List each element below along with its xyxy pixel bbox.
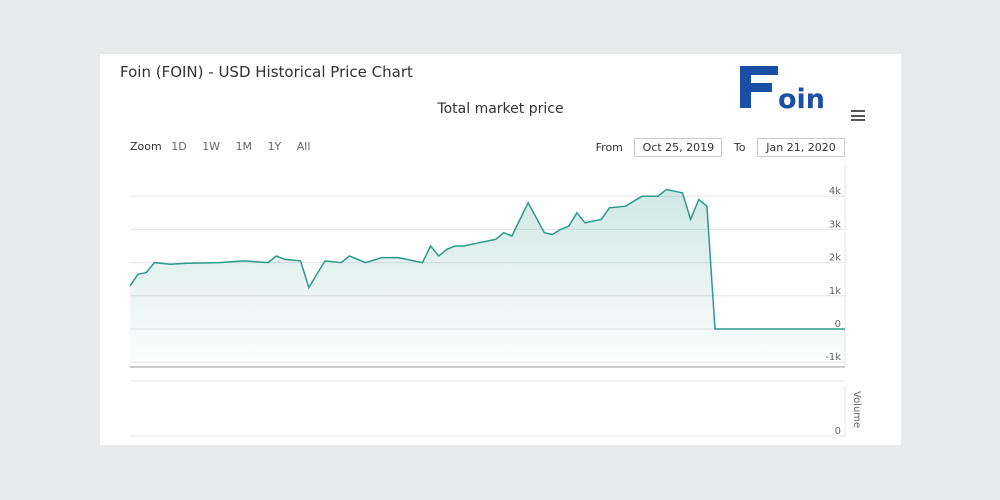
y-tick-label: 0 xyxy=(835,319,841,330)
y-tick-label: -1k xyxy=(825,352,841,363)
price-chart[interactable]: -1k 0 1k 2k 3k 4k 0 Volume xyxy=(100,54,901,445)
volume-axis-label: Volume xyxy=(851,391,862,428)
y-tick-label: 2k xyxy=(829,253,841,264)
y-tick-label: 1k xyxy=(829,286,841,297)
y-tick-label: 4k xyxy=(829,186,841,197)
chart-card: Foin (FOIN) - USD Historical Price Chart… xyxy=(100,54,901,445)
y-tick-label: 3k xyxy=(829,219,841,230)
volume-tick-0: 0 xyxy=(835,426,841,437)
price-area xyxy=(130,189,845,361)
